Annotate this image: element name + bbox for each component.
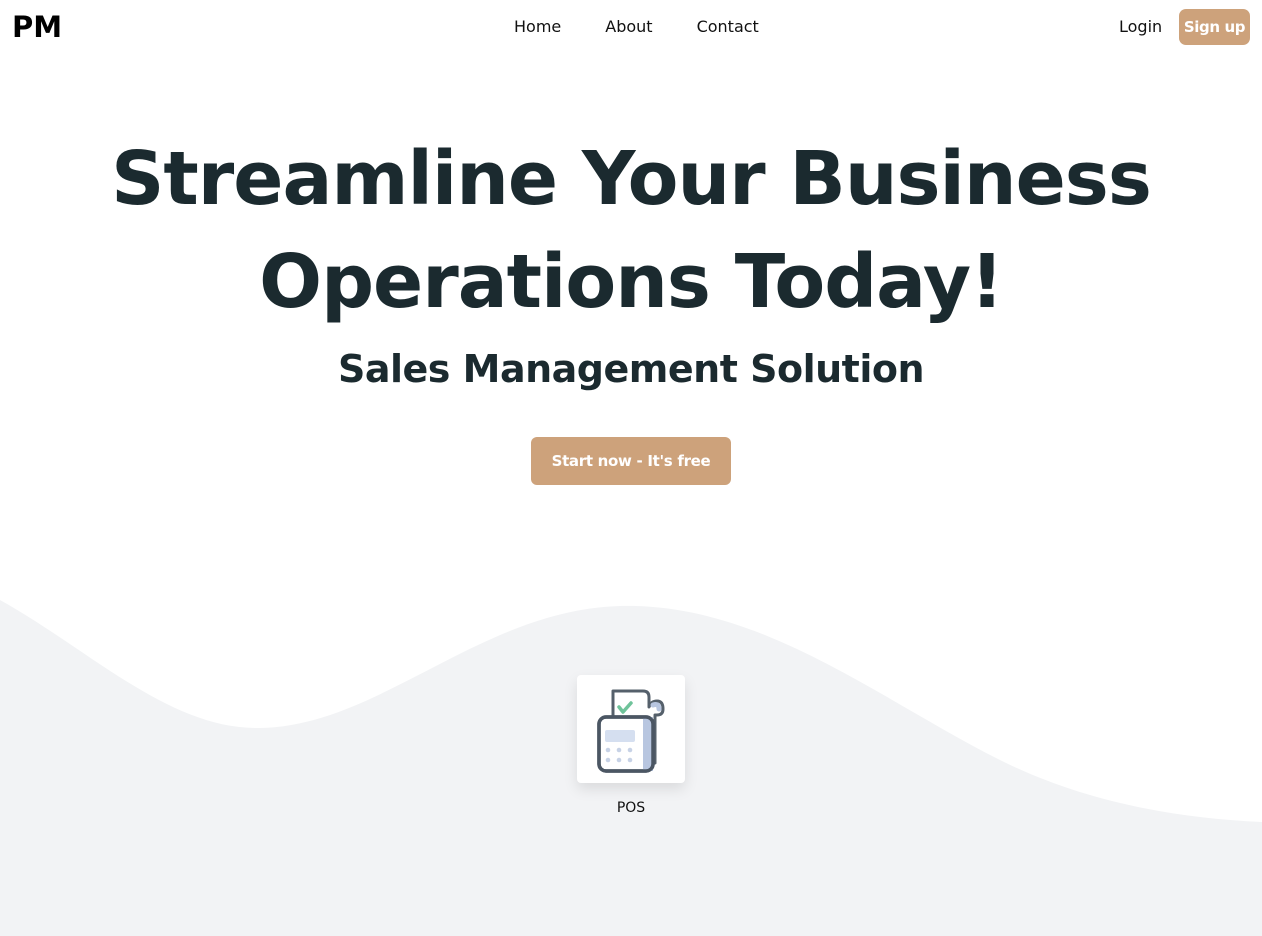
hero-subtitle: Sales Management Solution bbox=[338, 347, 925, 391]
app-label-pos[interactable]: POS bbox=[577, 800, 685, 816]
navbar: PM Home About Contact Login Sign up bbox=[0, 0, 1262, 56]
signup-button[interactable]: Sign up bbox=[1179, 9, 1250, 45]
main-nav: Home About Contact bbox=[514, 17, 759, 36]
pos-terminal-icon bbox=[597, 689, 665, 773]
hero-title: Streamline Your Business Operations Toda… bbox=[0, 128, 1262, 334]
login-link[interactable]: Login bbox=[1119, 17, 1162, 36]
nav-link-about[interactable]: About bbox=[605, 17, 652, 36]
app-card-pos[interactable] bbox=[577, 675, 685, 783]
hero-title-line-1: Streamline Your Business bbox=[111, 136, 1152, 222]
brand-logo[interactable]: PM bbox=[12, 10, 62, 44]
hero-title-line-2: Operations Today! bbox=[259, 239, 1004, 325]
nav-link-home[interactable]: Home bbox=[514, 17, 561, 36]
start-now-button[interactable]: Start now - It's free bbox=[531, 437, 731, 485]
nav-link-contact[interactable]: Contact bbox=[697, 17, 759, 36]
